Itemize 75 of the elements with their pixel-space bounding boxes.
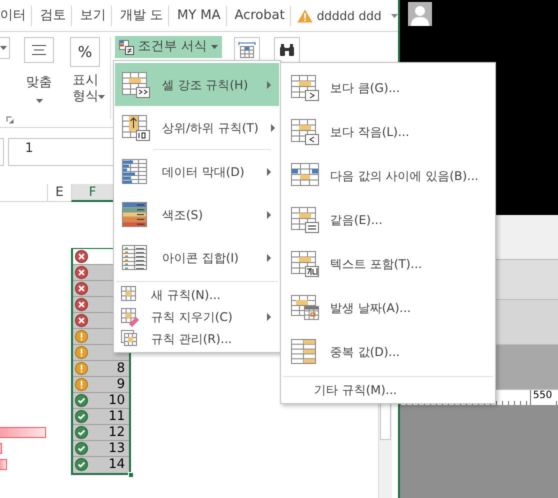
error-icon (75, 298, 88, 311)
equal-icon (290, 206, 320, 234)
check-icon (75, 426, 88, 439)
ribbon-tab[interactable]: 개발 도 (112, 6, 170, 26)
menu-item[interactable]: 규칙 관리(R)... (115, 328, 279, 350)
calendar-icon (290, 294, 320, 322)
menu-item[interactable]: 아이콘 집합(I) (115, 236, 279, 279)
menu-item[interactable]: 색조(S) (115, 193, 279, 236)
menu-item[interactable]: 셀 강조 규칙(H) (115, 63, 279, 106)
group-label[interactable]: 맞춤 (26, 73, 52, 92)
less-than-icon (290, 118, 320, 146)
table-cell: 14 (73, 457, 129, 473)
error-icon (75, 282, 88, 295)
menu-item[interactable]: 다음 값의 사이에 있음(B)... (282, 154, 494, 198)
warning-icon (75, 378, 88, 391)
caret-icon (36, 98, 42, 102)
fill-handle[interactable] (128, 472, 134, 478)
data-bars-icon (121, 158, 150, 186)
table-cell: 11 (73, 409, 129, 425)
conditional-format-icon (119, 40, 134, 54)
check-icon (75, 458, 88, 471)
ribbon-tab[interactable]: Acrobat (226, 6, 291, 26)
number-format-button[interactable]: % (70, 37, 100, 67)
caret-icon (211, 45, 218, 49)
error-icon (75, 314, 88, 327)
group-label[interactable]: 표시 형식 (66, 73, 106, 105)
dropdown-button[interactable] (0, 37, 10, 59)
warning-icon (75, 362, 88, 375)
table-cell: 9 (73, 377, 129, 393)
check-icon (75, 410, 88, 423)
warning-icon (75, 330, 88, 343)
alignment-button[interactable] (24, 37, 54, 63)
clear-rules-icon (120, 307, 140, 327)
table-cell: 12 (73, 425, 129, 441)
top-bottom-rules-icon (121, 114, 150, 142)
menu-item[interactable]: 발생 날짜(A)... (282, 286, 494, 330)
account-name[interactable]: ddddd ddd (316, 7, 382, 25)
color-scales-icon (121, 200, 150, 228)
manage-rules-icon (120, 329, 140, 349)
caret-icon (0, 46, 7, 50)
check-icon (75, 394, 88, 407)
menu-item[interactable]: 같음(E)... (282, 198, 494, 242)
menu-item[interactable]: 규칙 지우기(C) (115, 306, 279, 328)
menu-item[interactable]: 기타 규칙(M)... (282, 379, 494, 401)
data-bar (0, 458, 7, 470)
greater-than-icon (290, 74, 320, 102)
table-icon (238, 42, 256, 58)
text-contains-icon (290, 250, 320, 278)
menu-item[interactable]: 중복 값(D)... (282, 330, 494, 374)
ribbon-tab[interactable]: 검토 (32, 6, 72, 26)
ribbon-tab[interactable]: 이터 (0, 6, 32, 26)
warning-icon (75, 346, 88, 359)
ruler-label: 550 (530, 390, 554, 405)
ribbon-tab[interactable]: MY MA (169, 6, 227, 26)
caret-icon (391, 14, 398, 18)
highlight-rules-icon (121, 70, 150, 98)
table-cell: 8 (73, 361, 129, 377)
caret-icon (98, 95, 104, 99)
table-cell: 10 (73, 393, 129, 409)
data-bar (0, 426, 46, 438)
conditional-formatting-button[interactable]: 조건부 서식 (115, 36, 222, 58)
find-button[interactable] (274, 37, 300, 63)
menu-item[interactable]: 보다 큼(G)... (282, 66, 494, 110)
dialog-launcher-icon[interactable] (6, 116, 14, 124)
column-header[interactable]: F (71, 184, 113, 202)
check-icon (75, 442, 88, 455)
avatar-icon (408, 2, 432, 26)
menu-item[interactable]: 텍스트 포함(T)... (282, 242, 494, 286)
icon-sets-icon (121, 244, 150, 272)
binoculars-icon (279, 44, 296, 56)
menu-item[interactable]: 새 규칙(N)... (115, 284, 279, 306)
table-cell: 13 (73, 441, 129, 457)
align-center-icon (32, 45, 46, 55)
menu-item[interactable]: 보다 작음(L)... (282, 110, 494, 154)
ribbon-tab[interactable]: 보기 (72, 6, 112, 26)
